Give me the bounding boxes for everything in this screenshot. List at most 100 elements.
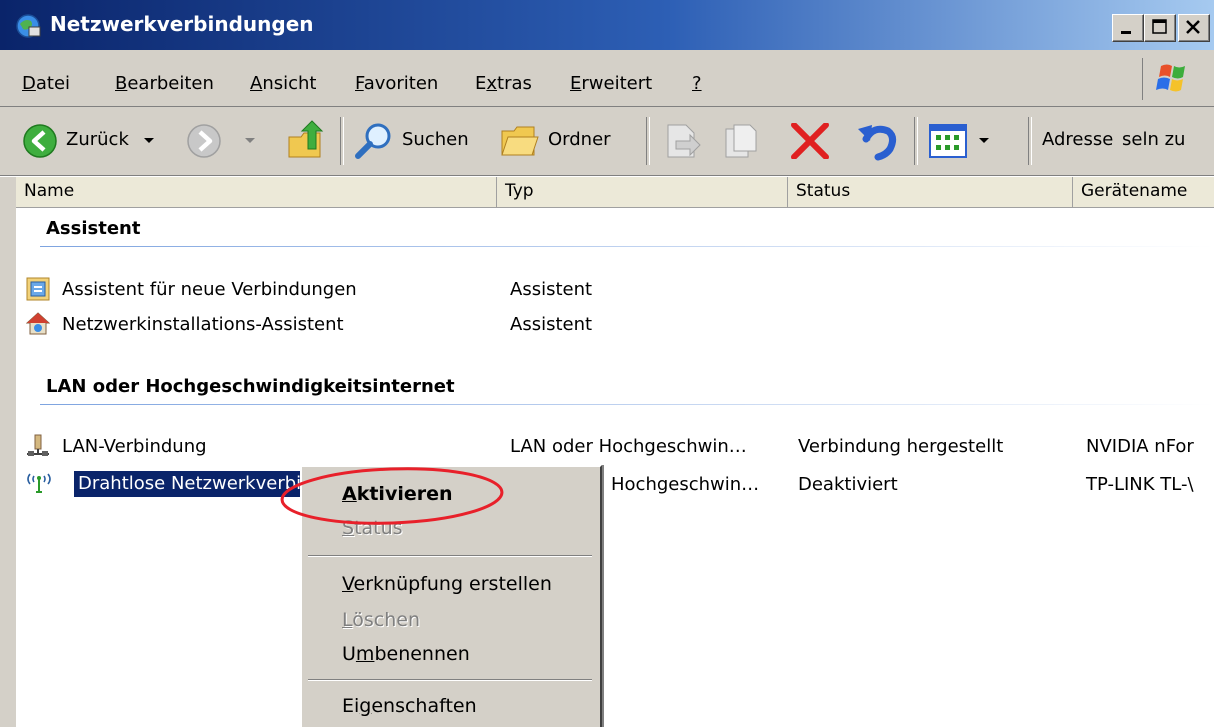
column-status[interactable]: Status: [788, 177, 1073, 207]
accel-s: S: [342, 517, 355, 539]
close-icon: [1186, 20, 1200, 34]
menu-ansicht-accel: A: [250, 73, 263, 94]
menu-item-aktivieren[interactable]: Aktivieren: [342, 483, 453, 505]
menu-datei-accel: D: [22, 73, 36, 94]
menu-extras-accel: x: [486, 73, 498, 94]
accel-m: m: [355, 643, 375, 665]
close-button[interactable]: [1178, 14, 1210, 42]
views-button[interactable]: [926, 107, 1010, 175]
column-name-label: Name: [24, 181, 75, 201]
window-title: Netzwerkverbindungen: [50, 12, 314, 36]
maximize-button[interactable]: [1144, 14, 1176, 42]
network-setup-wizard-icon: [26, 312, 50, 335]
back-button[interactable]: Zurück: [18, 107, 158, 175]
new-connection-wizard-icon: [26, 277, 50, 301]
row-name[interactable]: Netzwerkinstallations-Assistent: [62, 314, 344, 335]
windows-flag-icon: [1156, 64, 1185, 92]
move-to-button[interactable]: [660, 107, 704, 175]
row-type: Assistent: [510, 314, 593, 335]
accel-l: L: [342, 609, 353, 631]
menu-bearbeiten[interactable]: Bearbeiten: [115, 73, 214, 94]
group-divider: [40, 404, 1214, 405]
wireless-connection-icon: [27, 473, 51, 493]
menu-item-verknuepfung[interactable]: Verknüpfung erstellen: [342, 573, 552, 595]
folders-button[interactable]: Ordner: [498, 107, 628, 175]
row-name[interactable]: LAN-Verbindung: [62, 436, 207, 457]
toolbar-separator: [914, 117, 918, 165]
column-type[interactable]: Typ: [497, 177, 788, 207]
column-name[interactable]: Name: [16, 177, 497, 207]
column-status-label: Status: [796, 181, 851, 201]
delete-x-icon: [791, 123, 829, 159]
toolbar-separator: [340, 117, 344, 165]
menu-item-umbenennen[interactable]: Umbenennen: [342, 643, 470, 665]
row-type: Hochgeschwin…: [611, 474, 760, 495]
menu-favoriten[interactable]: Favoriten: [355, 73, 438, 94]
copy-to-icon: [725, 124, 757, 158]
network-connections-icon: [16, 14, 41, 38]
left-frame: [0, 177, 17, 727]
forward-button[interactable]: [180, 107, 260, 175]
menu-bar: Datei Bearbeiten Ansicht Favoriten Extra…: [0, 50, 1214, 107]
minimize-button[interactable]: [1112, 14, 1144, 42]
chevron-down-icon: [979, 138, 989, 143]
move-to-icon: [667, 124, 701, 158]
menu-separator: [308, 679, 592, 681]
row-status: Verbindung hergestellt: [798, 436, 1004, 457]
row-type: LAN oder Hochgeschwin…: [510, 436, 747, 457]
folders-label: Ordner: [548, 129, 611, 150]
views-icon: [929, 124, 967, 158]
links-label[interactable]: seln zu: [1122, 129, 1185, 150]
menu-datei[interactable]: Datei: [22, 73, 70, 94]
undo-button[interactable]: [852, 107, 906, 175]
row-device: TP-LINK TL-\: [1086, 474, 1194, 495]
accel-g: g: [359, 695, 372, 717]
search-icon: [355, 123, 391, 159]
address-label: Adresse: [1042, 129, 1114, 150]
chevron-down-icon: [245, 138, 255, 143]
copy-to-button[interactable]: [720, 107, 764, 175]
search-button[interactable]: Suchen: [352, 107, 482, 175]
toolbar: Zurück Suchen Ordner Adresse seln zu: [0, 107, 1214, 176]
folder-icon: [501, 126, 539, 156]
network-connections-window: Netzwerkverbindungen Datei Bearbeiten An…: [0, 0, 1214, 727]
back-label: Zurück: [66, 129, 129, 150]
title-bar[interactable]: Netzwerkverbindungen: [0, 0, 1214, 50]
menu-help-accel: ?: [692, 73, 702, 94]
delete-button[interactable]: [784, 107, 836, 175]
group-title-lan: LAN oder Hochgeschwindigkeitsinternet: [46, 376, 455, 397]
lan-connection-icon: [27, 434, 49, 456]
menu-item-eigenschaften[interactable]: Eigenschaften: [342, 695, 477, 717]
menu-item-status: Status: [342, 517, 403, 539]
menu-extras[interactable]: Extras: [475, 73, 532, 94]
column-device-label: Gerätename: [1081, 181, 1188, 201]
toolbar-separator: [1028, 117, 1032, 165]
accel-v: V: [342, 573, 354, 595]
toolbar-separator: [646, 117, 650, 165]
column-header: Name Typ Status Gerätename: [16, 177, 1214, 208]
menu-separator: [308, 555, 592, 557]
accel-a: A: [342, 483, 357, 505]
column-device[interactable]: Gerätename: [1073, 177, 1214, 207]
row-type: Assistent: [510, 279, 593, 300]
menu-ansicht[interactable]: Ansicht: [250, 73, 316, 94]
back-arrow-icon: [23, 124, 57, 158]
group-divider: [40, 246, 1214, 247]
connection-list: Assistent Assistent für neue Verbindunge…: [16, 208, 1214, 727]
menu-erweitert-accel: E: [570, 73, 582, 94]
menu-help[interactable]: ?: [692, 73, 702, 94]
undo-icon: [858, 125, 897, 161]
row-device: NVIDIA nFor: [1086, 436, 1194, 457]
row-name[interactable]: Assistent für neue Verbindungen: [62, 279, 357, 300]
group-title-assistent: Assistent: [46, 218, 141, 239]
up-folder-button[interactable]: [282, 107, 332, 175]
windows-logo: [1142, 58, 1203, 100]
minimize-icon: [1121, 31, 1131, 34]
forward-arrow-icon: [187, 124, 221, 158]
search-label: Suchen: [402, 129, 469, 150]
chevron-down-icon: [144, 138, 154, 143]
row-status: Deaktiviert: [798, 474, 898, 495]
menu-erweitert[interactable]: Erweitert: [570, 73, 652, 94]
menu-bearbeiten-accel: B: [115, 73, 128, 94]
folder-up-icon: [288, 120, 324, 158]
